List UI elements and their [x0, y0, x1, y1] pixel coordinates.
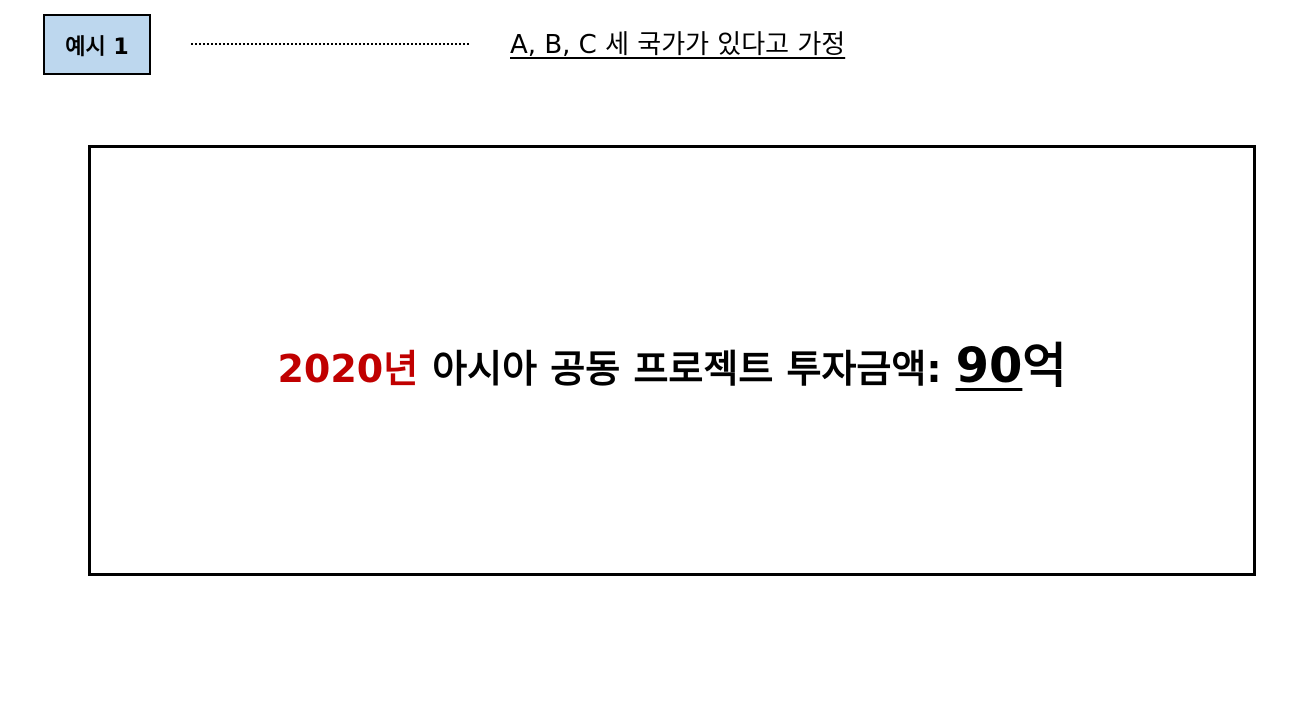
- year-label: 2020년: [277, 346, 419, 391]
- investment-amount: 90: [955, 337, 1023, 394]
- dotted-leader-line: [191, 43, 469, 45]
- investment-box: 2020년 아시아 공동 프로젝트 투자금액: 90 억: [88, 145, 1256, 576]
- example-label: 예시 1: [65, 34, 129, 60]
- assumption-text: A, B, C 세 국가가 있다고 가정: [510, 30, 846, 60]
- investment-unit: 억: [1022, 337, 1067, 394]
- investment-headline: 2020년 아시아 공동 프로젝트 투자금액: 90 억: [277, 326, 1066, 396]
- example-badge: 예시 1: [43, 14, 151, 75]
- investment-label: 아시아 공동 프로젝트 투자금액:: [432, 346, 942, 391]
